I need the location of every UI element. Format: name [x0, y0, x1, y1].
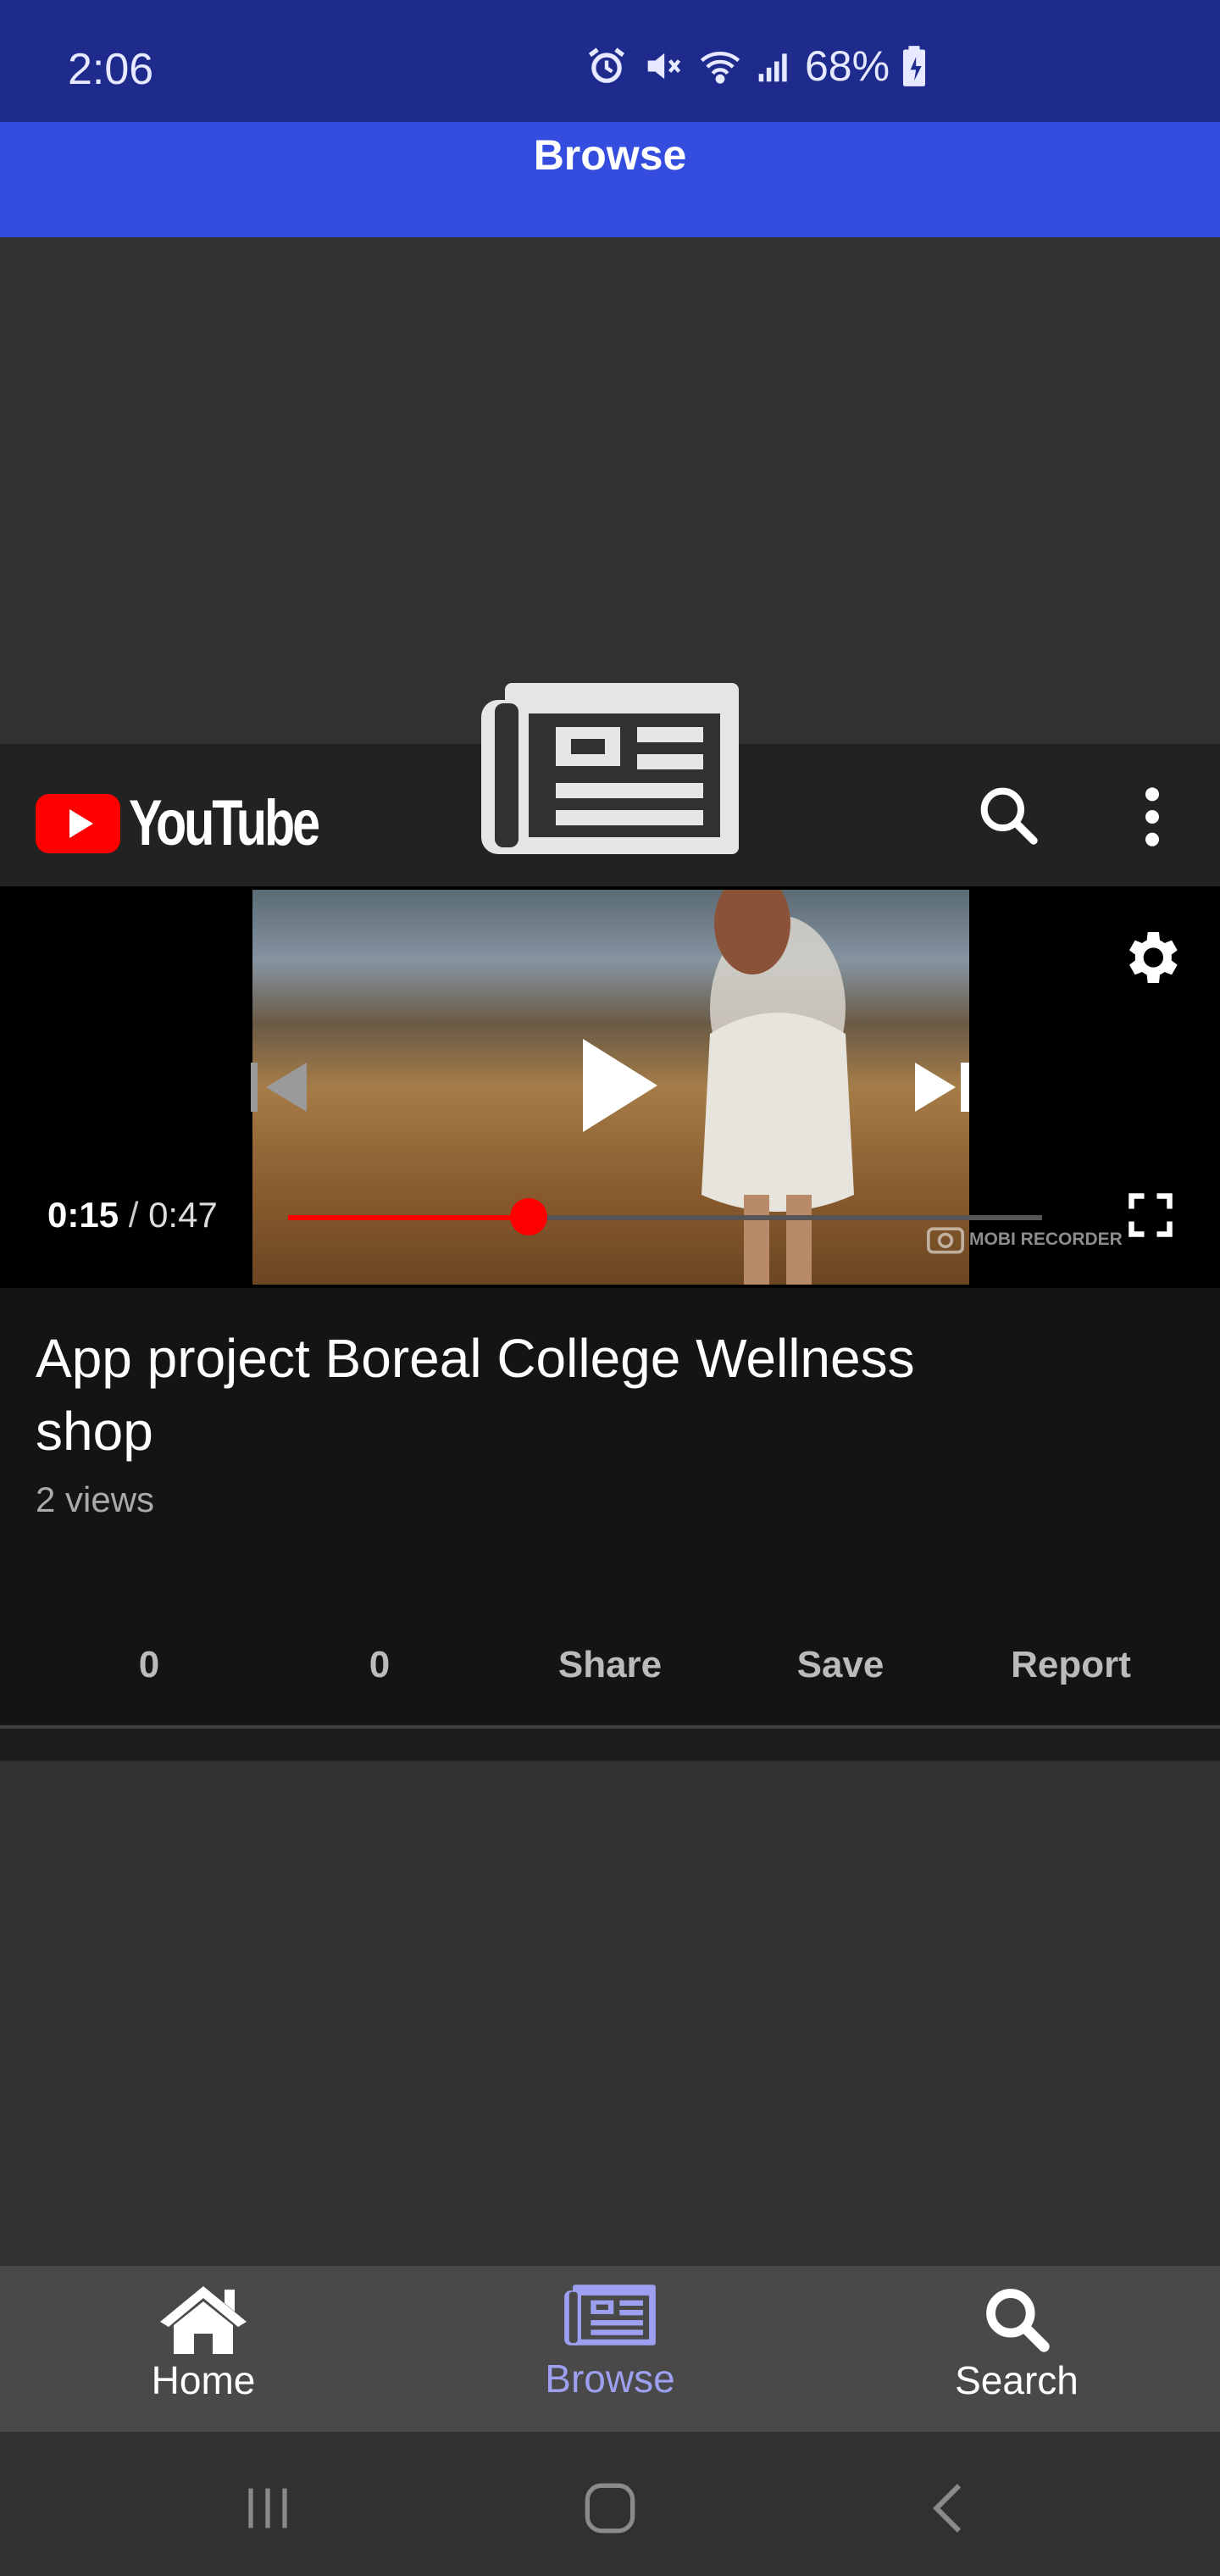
video-actions: 0 0 Share Save Report: [0, 1644, 1220, 1695]
previous-video-icon[interactable]: [251, 1059, 310, 1115]
newspaper-icon: [481, 683, 739, 854]
video-scene: [702, 890, 854, 1285]
play-icon[interactable]: [576, 1035, 661, 1135]
status-time: 2:06: [68, 45, 154, 94]
dislike-button[interactable]: 0: [264, 1644, 495, 1695]
youtube-logo[interactable]: YouTube: [36, 786, 371, 860]
more-options-icon[interactable]: [1135, 783, 1169, 851]
nav-label-home: Home: [151, 2358, 256, 2402]
time-separator: /: [128, 1195, 139, 1235]
nav-label-search: Search: [955, 2358, 1079, 2402]
signal-icon: [758, 53, 787, 82]
nav-label-browse: Browse: [545, 2357, 675, 2401]
home-icon: [160, 2286, 247, 2354]
youtube-search-icon[interactable]: [974, 778, 1042, 852]
recorder-watermark: MOBI RECORDER: [927, 1225, 1123, 1254]
recent-apps-icon[interactable]: [234, 2474, 302, 2542]
back-icon[interactable]: [917, 2474, 984, 2542]
page-title: Browse: [533, 131, 687, 179]
progress-fill: [288, 1215, 529, 1220]
mute-icon: [647, 53, 681, 80]
youtube-play-logo-icon: [36, 793, 120, 853]
dislike-count: 0: [369, 1644, 391, 1685]
battery-percentage: 68%: [805, 42, 890, 90]
youtube-logo-text: YouTube: [129, 787, 320, 859]
share-button[interactable]: Share: [495, 1644, 725, 1695]
nav-item-search[interactable]: Search: [890, 2283, 1144, 2403]
camera-icon: [927, 1227, 964, 1254]
video-title[interactable]: App project Boreal College Wellness shop: [36, 1322, 1035, 1468]
duration: 0:47: [148, 1195, 218, 1235]
share-label: Share: [557, 1644, 663, 1685]
save-button[interactable]: Save: [725, 1644, 956, 1695]
save-label: Save: [796, 1644, 884, 1685]
status-icons: 68%: [585, 41, 927, 92]
current-time: 0:15: [47, 1195, 119, 1235]
battery-icon: [903, 46, 926, 86]
next-video-icon[interactable]: [913, 1059, 971, 1115]
nav-item-browse[interactable]: Browse: [483, 2283, 737, 2401]
report-label: Report: [1011, 1644, 1131, 1685]
like-count: 0: [138, 1644, 160, 1685]
wifi-icon: [700, 52, 740, 84]
watermark-text: MOBI RECORDER: [969, 1230, 1123, 1249]
search-icon: [986, 2289, 1050, 2352]
newspaper-icon: [564, 2285, 656, 2346]
nav-item-home[interactable]: Home: [76, 2283, 330, 2403]
alarm-icon: [588, 47, 625, 83]
fullscreen-icon[interactable]: [1125, 1190, 1176, 1241]
time-readout: 0:15 / 0:47: [47, 1195, 218, 1235]
view-count: 2 views: [36, 1480, 155, 1519]
like-button[interactable]: 0: [34, 1644, 264, 1695]
home-button-icon[interactable]: [576, 2474, 644, 2542]
settings-gear-icon[interactable]: [1117, 924, 1184, 991]
panel-footer: [0, 1729, 1220, 1761]
progress-scrubber[interactable]: [510, 1198, 547, 1235]
report-button[interactable]: Report: [956, 1644, 1186, 1695]
